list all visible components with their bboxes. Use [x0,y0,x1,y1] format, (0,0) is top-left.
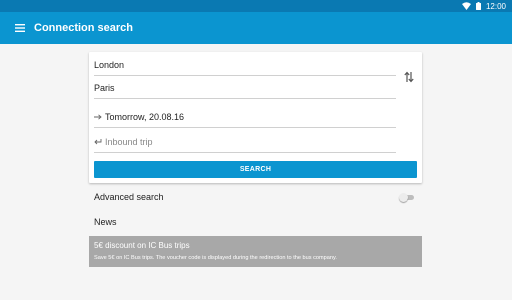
search-card: London Paris Tomorrow, 20.08.16 Inbound … [89,52,422,183]
from-value: London [94,59,125,70]
hamburger-menu-icon[interactable] [10,18,30,38]
to-field[interactable]: Paris [94,77,396,99]
arrow-right-icon [94,112,105,122]
page-title: Connection search [34,22,134,34]
status-bar: 12:00 [0,0,512,12]
inbound-trip-field[interactable]: Inbound trip [94,131,396,153]
news-item[interactable]: News [94,217,117,227]
promo-banner[interactable]: 5€ discount on IC Bus trips Save 5€ on I… [89,236,422,267]
advanced-search-toggle[interactable] [399,193,415,202]
to-value: Paris [94,82,115,93]
outbound-date-field[interactable]: Tomorrow, 20.08.16 [94,106,396,128]
return-arrow-icon [94,137,105,147]
outbound-date-value: Tomorrow, 20.08.16 [105,111,185,122]
status-time: 12:00 [485,1,506,11]
promo-text: Save 5€ on IC Bus trips. The voucher cod… [94,255,337,261]
app-bar: Connection search [0,12,512,44]
search-button[interactable]: SEARCH [94,161,417,178]
promo-title: 5€ discount on IC Bus trips [94,241,190,250]
inbound-trip-placeholder: Inbound trip [105,136,153,147]
advanced-search-label[interactable]: Advanced search [94,192,164,202]
toggle-thumb [399,193,408,202]
wifi-icon [461,2,471,10]
swap-vertical-icon[interactable] [402,69,416,85]
from-field[interactable]: London [94,54,396,76]
battery-icon [475,2,481,10]
